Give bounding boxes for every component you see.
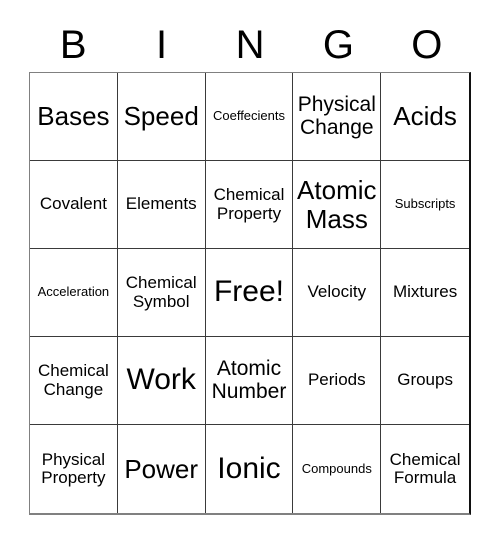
bingo-cell-label: Elements	[125, 194, 197, 214]
bingo-cell[interactable]: Free!	[205, 249, 294, 337]
bingo-cell[interactable]: Physical Property	[30, 425, 118, 513]
bingo-header: B I N G O	[29, 18, 471, 72]
bingo-cell-label: Acids	[393, 101, 457, 132]
bingo-cell[interactable]: Periods	[293, 337, 382, 425]
bingo-cell-label: Atomic Number	[211, 356, 287, 403]
bingo-cell-label: Subscripts	[394, 196, 456, 212]
bingo-cell[interactable]: Subscripts	[381, 161, 469, 249]
bingo-cell[interactable]: Bases	[30, 73, 118, 161]
bingo-cell-label: Atomic Mass	[297, 175, 377, 234]
bingo-cell-label: Velocity	[307, 282, 367, 302]
bingo-cell[interactable]: Work	[117, 337, 206, 425]
bingo-cell-label: Coeffecients	[212, 108, 285, 124]
bingo-cell[interactable]: Velocity	[293, 249, 382, 337]
bingo-header-letter-g: G	[322, 23, 354, 67]
bingo-header-letter-o: O	[411, 23, 443, 67]
bingo-cell-label: Bases	[37, 101, 110, 132]
bingo-cell[interactable]: Chemical Formula	[381, 425, 469, 513]
bingo-cell-label: Chemical Symbol	[125, 273, 197, 311]
bingo-cell-label: Free!	[213, 275, 284, 309]
bingo-cell[interactable]: Elements	[117, 161, 206, 249]
bingo-grid: Bases Speed Coeffecients Physical Change Aci…	[29, 72, 471, 515]
bingo-cell-label: Ionic	[217, 451, 281, 485]
bingo-cell-label: Groups	[397, 370, 453, 390]
bingo-cell-label: Physical Change	[297, 92, 376, 139]
bingo-header-letter-b: B	[59, 23, 87, 67]
bingo-cell-label: Compounds	[301, 460, 372, 476]
bingo-cell[interactable]: Chemical Symbol	[117, 249, 206, 337]
bingo-cell[interactable]: Groups	[381, 337, 469, 425]
bingo-cell-label: Periods	[307, 370, 366, 390]
bingo-cell[interactable]: Atomic Number	[205, 337, 294, 425]
bingo-cell[interactable]: Speed	[117, 73, 206, 161]
bingo-cell-label: Covalent	[39, 194, 107, 214]
bingo-cell-label: Chemical Change	[37, 361, 109, 399]
bingo-cell-label: Chemical Property	[213, 185, 285, 223]
bingo-cell-label: Speed	[123, 101, 199, 132]
bingo-cell-label: Chemical Formula	[389, 449, 461, 487]
bingo-header-letter-n: N	[235, 23, 265, 67]
bingo-cell[interactable]: Power	[117, 425, 206, 513]
bingo-cell[interactable]: Acceleration	[30, 249, 118, 337]
bingo-card: B I N G O Bases Speed Coeffecients Physical…	[0, 0, 500, 544]
bingo-header-letter-i: I	[156, 23, 168, 67]
bingo-cell[interactable]: Covalent	[30, 161, 118, 249]
bingo-cell-label: Mixtures	[392, 282, 458, 302]
bingo-cell[interactable]: Physical Change	[293, 73, 382, 161]
bingo-cell[interactable]: Chemical Property	[205, 161, 294, 249]
bingo-cell[interactable]: Acids	[381, 73, 469, 161]
bingo-cell-label: Physical Property	[41, 449, 106, 487]
bingo-cell-label: Work	[126, 363, 196, 397]
bingo-cell-label: Acceleration	[37, 284, 110, 300]
bingo-cell[interactable]: Mixtures	[381, 249, 469, 337]
bingo-cell[interactable]: Coeffecients	[205, 73, 294, 161]
bingo-cell[interactable]: Atomic Mass	[293, 161, 382, 249]
bingo-cell[interactable]: Chemical Change	[30, 337, 118, 425]
bingo-cell[interactable]: Compounds	[293, 425, 382, 513]
bingo-cell[interactable]: Ionic	[205, 425, 294, 513]
bingo-cell-label: Power	[124, 453, 199, 484]
